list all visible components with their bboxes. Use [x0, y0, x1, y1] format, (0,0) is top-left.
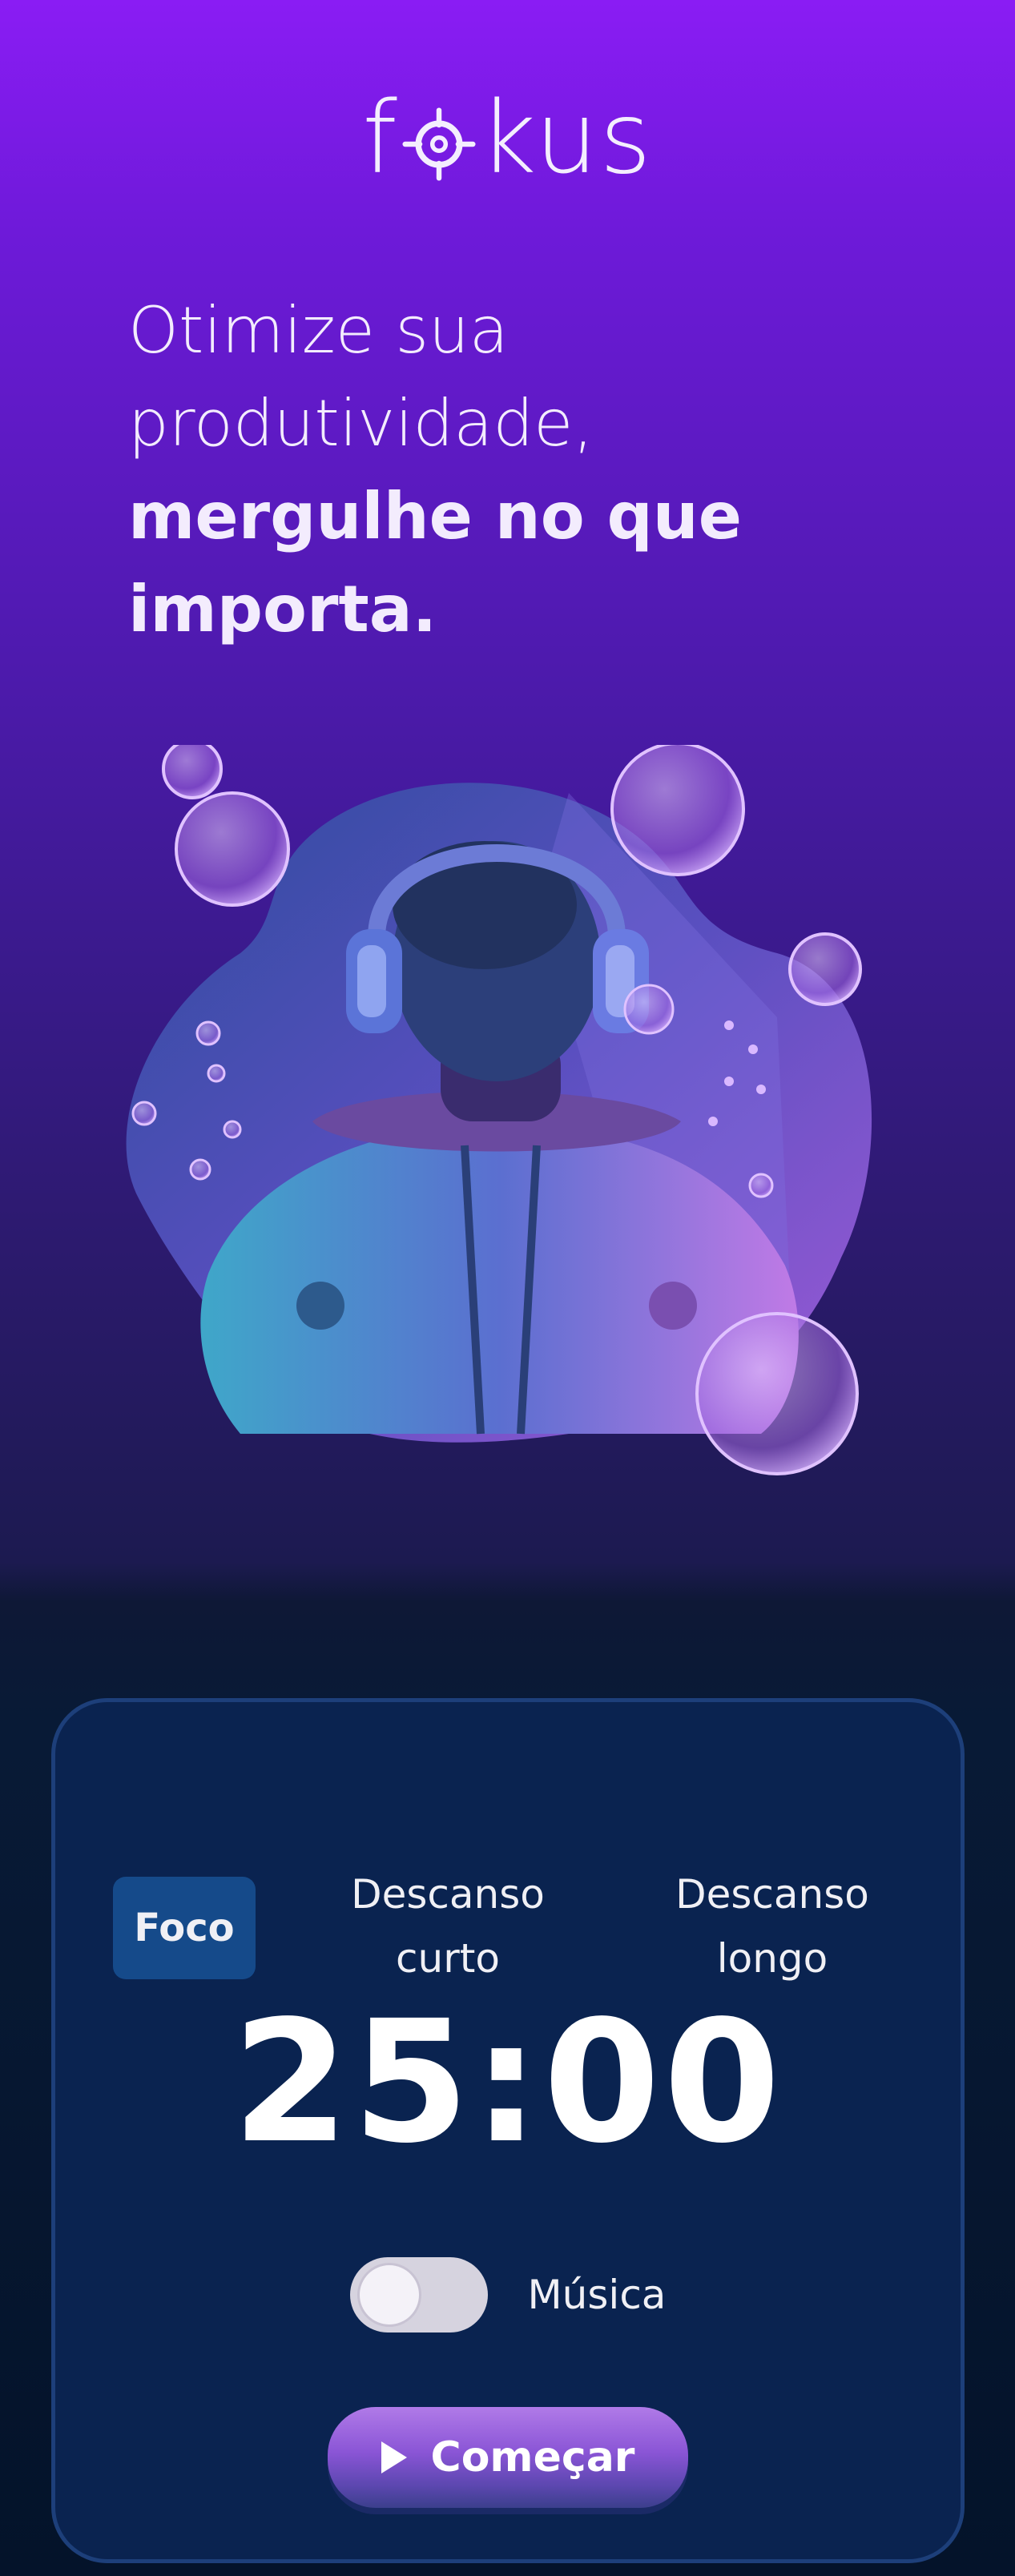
headline-line-4: importa. [128, 572, 437, 646]
logo-wordmark: f kus [362, 89, 653, 188]
astronaut-headphones-illustration [126, 745, 872, 1475]
start-button-label: Começar [430, 2433, 635, 2481]
app-logo: f kus [0, 87, 1015, 191]
headline-line-1: Otimize sua [128, 293, 509, 368]
tab-long-break-label-line-2: longo [716, 1935, 828, 1982]
play-icon [381, 2441, 407, 2473]
music-toggle[interactable] [349, 2257, 488, 2332]
logo-letters-kus: kus [478, 81, 653, 196]
tab-short-break[interactable]: Descanso curto [312, 1862, 584, 1990]
tab-short-break-label-line-1: Descanso [351, 1871, 545, 1918]
music-toggle-row: Música [55, 2255, 961, 2335]
mode-tabs: Foco Descanso curto Descanso longo [55, 1782, 961, 1982]
headline-line-2: produtividade, [128, 386, 594, 461]
headline-line-3: mergulhe no que [128, 479, 743, 553]
toggle-knob [359, 2265, 419, 2324]
target-icon [402, 107, 476, 181]
start-button[interactable]: Começar [328, 2407, 688, 2508]
tab-long-break[interactable]: Descanso longo [636, 1862, 908, 1990]
tab-short-break-label-line-2: curto [396, 1935, 500, 1982]
music-label: Música [527, 2272, 667, 2318]
timer-display: 25:00 [232, 1984, 784, 2180]
page-headline: Otimize sua produtividade, mergulhe no q… [128, 284, 929, 656]
tab-focus[interactable]: Foco [113, 1877, 256, 1979]
tab-focus-label: Foco [134, 1906, 235, 1950]
tab-long-break-label-line-1: Descanso [675, 1871, 869, 1918]
timer-card: Foco Descanso curto Descanso longo 25:00… [51, 1698, 965, 2563]
logo-letter-f: f [362, 81, 399, 196]
